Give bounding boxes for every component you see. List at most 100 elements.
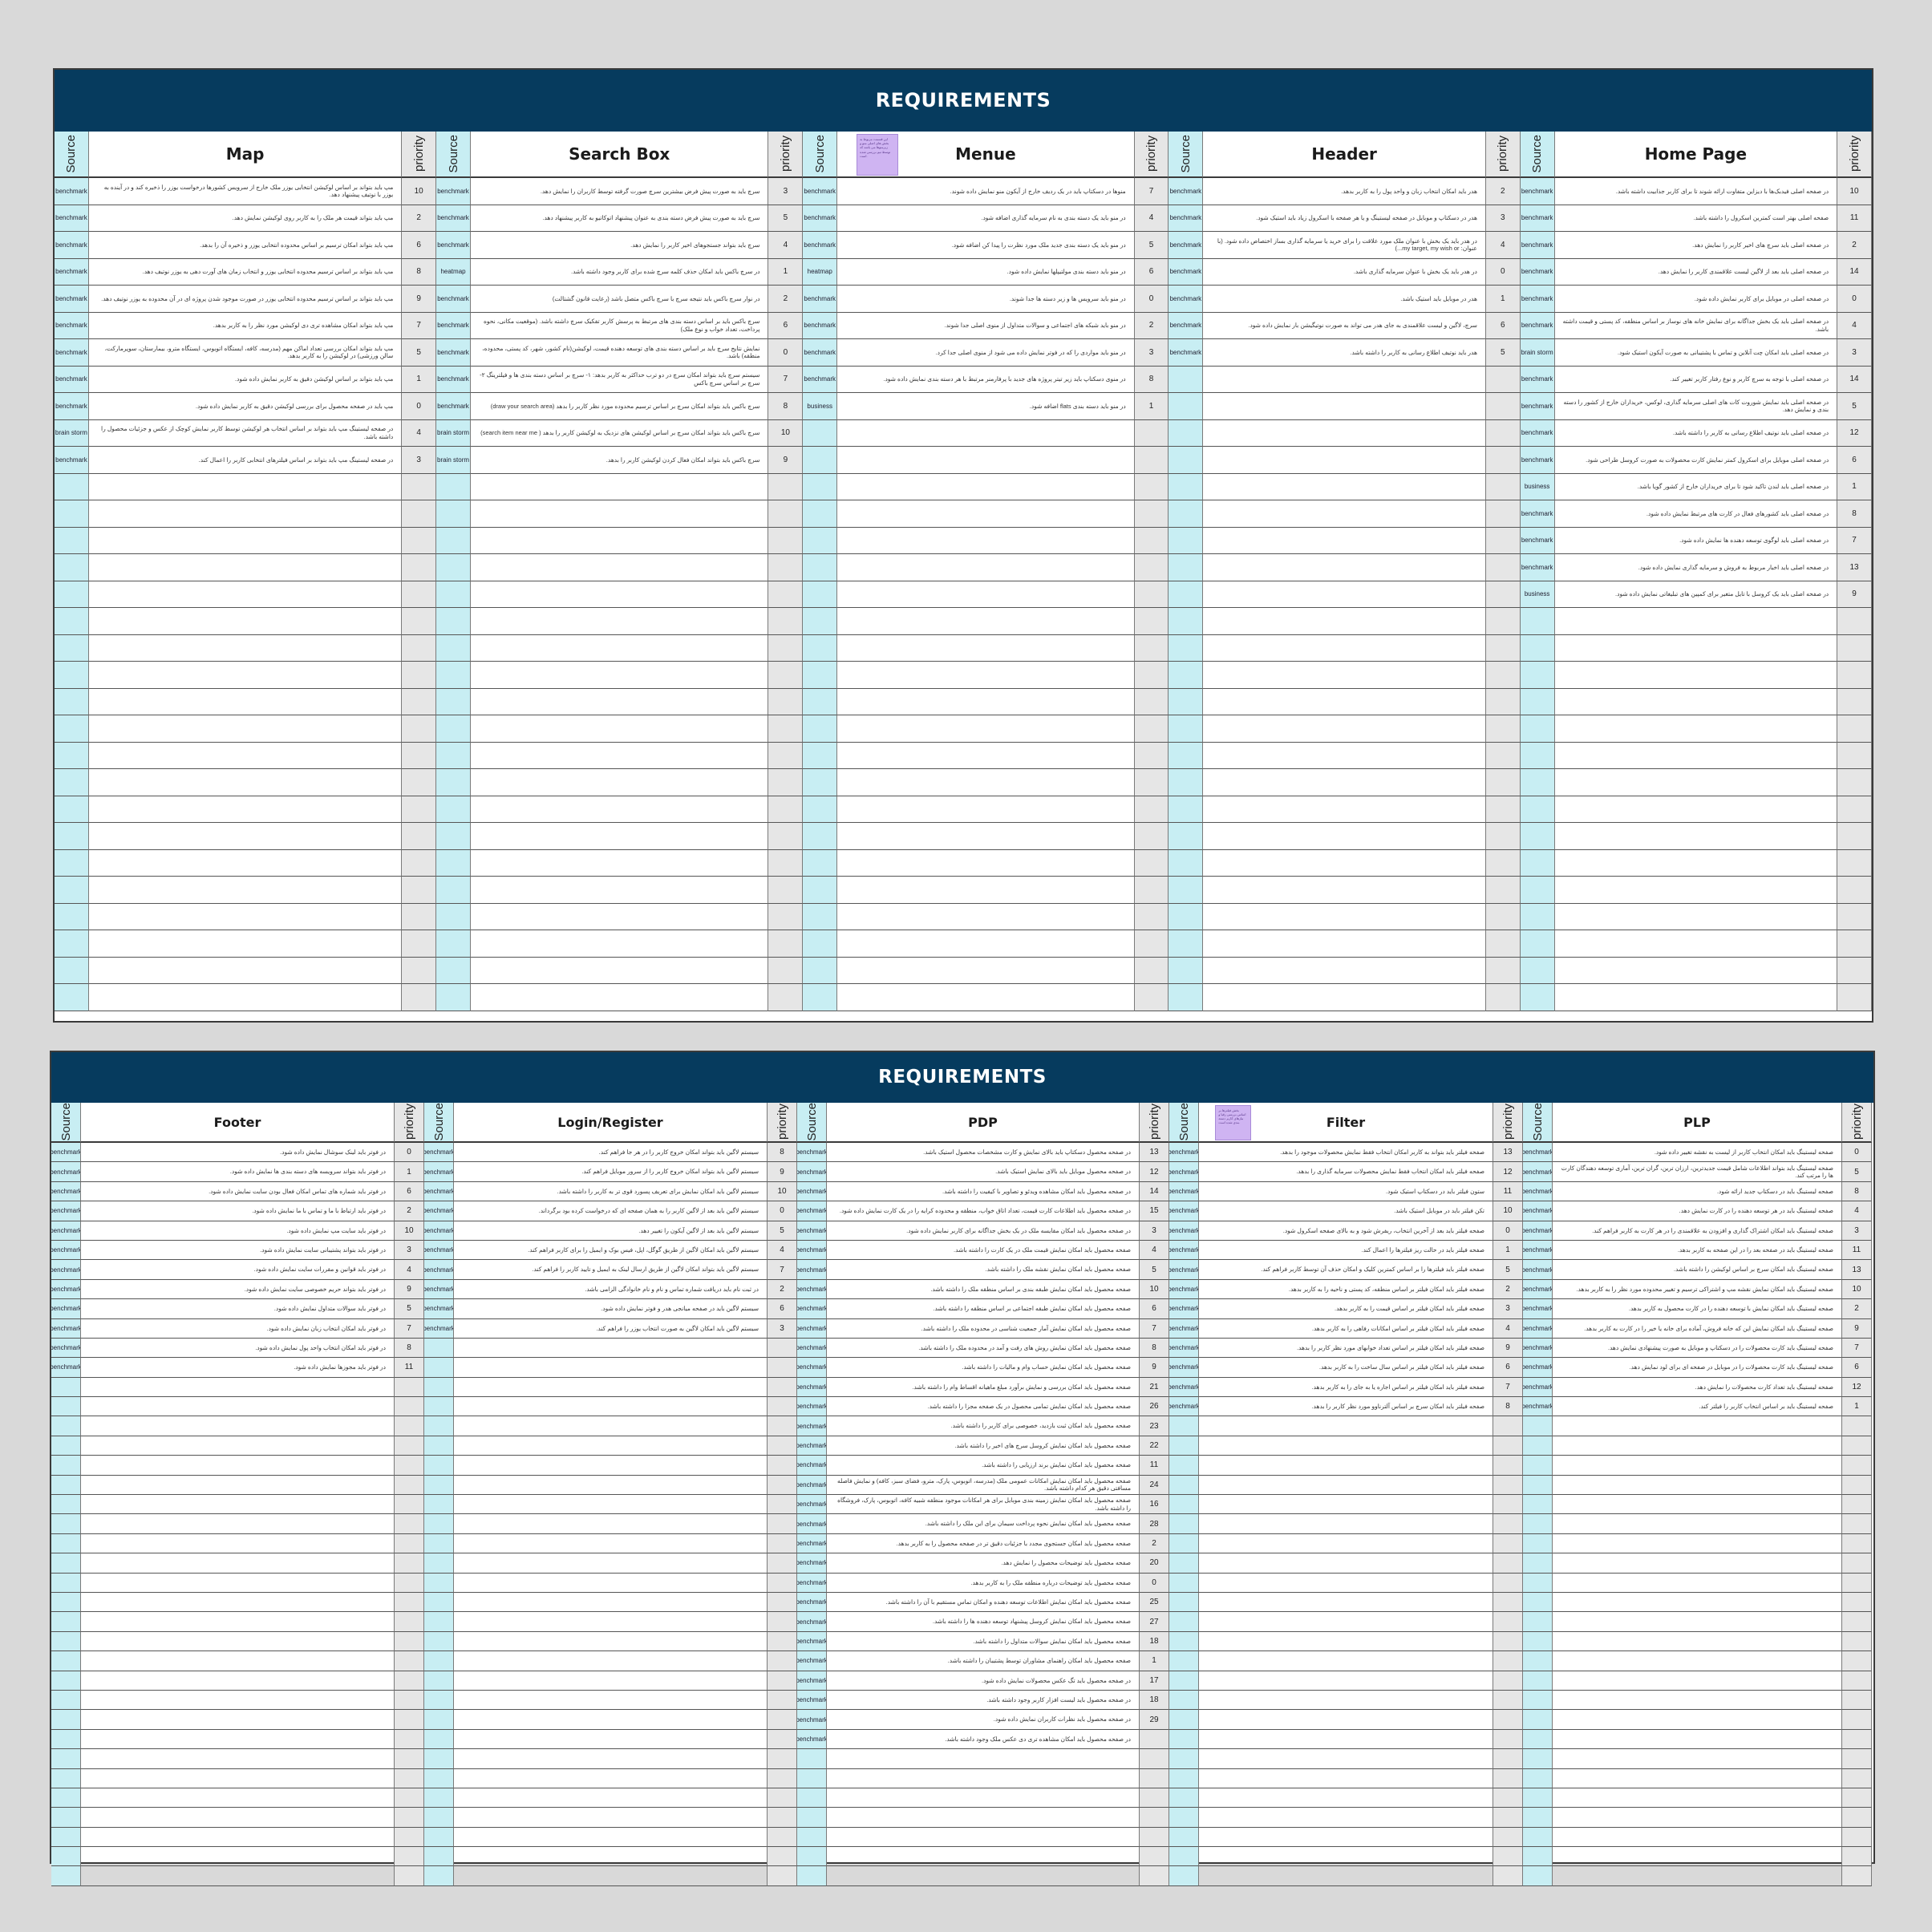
priority-cell[interactable] bbox=[768, 1495, 797, 1515]
requirement-cell[interactable] bbox=[837, 849, 1135, 877]
priority-cell[interactable] bbox=[1493, 1475, 1523, 1496]
requirement-cell[interactable] bbox=[454, 1671, 768, 1691]
priority-cell[interactable]: 4 bbox=[402, 419, 437, 447]
priority-cell[interactable] bbox=[1842, 1495, 1872, 1515]
source-cell[interactable] bbox=[803, 877, 838, 904]
requirement-cell[interactable]: صفحه محصول باید توضیحات محصول را نمایش د… bbox=[827, 1553, 1140, 1574]
requirement-cell[interactable]: در صفحه اصلی در موبایل برای کاربر نمایش … bbox=[1554, 286, 1838, 313]
priority-cell[interactable] bbox=[1134, 608, 1169, 635]
priority-cell[interactable]: 5 bbox=[768, 205, 804, 232]
priority-cell[interactable] bbox=[768, 1768, 797, 1788]
priority-cell[interactable] bbox=[1134, 849, 1169, 877]
priority-cell[interactable] bbox=[1485, 715, 1521, 743]
requirement-cell[interactable] bbox=[1203, 393, 1486, 420]
requirement-cell[interactable] bbox=[81, 1847, 395, 1867]
requirement-cell[interactable]: در هدر باید یک بخش با عنوان ملک مورد علا… bbox=[1203, 232, 1486, 259]
requirement-cell[interactable]: در صفحه اصلی باید کشورهای فعال در کارت ه… bbox=[1554, 500, 1838, 528]
requirement-cell[interactable]: در منو باید دسته بندی flats اضافه شود. bbox=[837, 393, 1135, 420]
priority-cell[interactable] bbox=[768, 1690, 797, 1711]
requirement-cell[interactable]: صفحه فیلتر باید امکان فیلتر بر اساس سال … bbox=[1199, 1358, 1493, 1378]
priority-cell[interactable] bbox=[768, 715, 804, 743]
requirement-cell[interactable]: صفحه لیستینگ باید امکان اشتراک گذاری و ا… bbox=[1553, 1221, 1842, 1241]
priority-cell[interactable]: 3 bbox=[1842, 1221, 1872, 1241]
requirement-cell[interactable]: صفحه محصول باید امکان نمایش حساب وام و م… bbox=[827, 1358, 1140, 1378]
source-cell[interactable] bbox=[1520, 688, 1555, 715]
priority-cell[interactable] bbox=[1493, 1710, 1523, 1730]
requirement-cell[interactable]: در منو باید شبکه های اجتماعی و سوالات مت… bbox=[837, 312, 1135, 339]
requirement-cell[interactable] bbox=[1553, 1612, 1842, 1632]
source-cell[interactable] bbox=[51, 1671, 81, 1691]
requirement-cell[interactable] bbox=[454, 1631, 768, 1652]
priority-cell[interactable] bbox=[1485, 393, 1521, 420]
requirement-cell[interactable] bbox=[837, 957, 1135, 984]
source-cell[interactable] bbox=[51, 1710, 81, 1730]
priority-cell[interactable]: 0 bbox=[402, 393, 437, 420]
priority-cell[interactable]: 7 bbox=[768, 1260, 797, 1280]
source-cell[interactable]: brain storm bbox=[436, 447, 471, 474]
requirement-cell[interactable] bbox=[81, 1397, 395, 1417]
priority-cell[interactable] bbox=[395, 1553, 424, 1574]
priority-cell[interactable]: 14 bbox=[1837, 366, 1872, 393]
source-cell[interactable]: benchmark bbox=[797, 1436, 827, 1456]
priority-cell[interactable] bbox=[768, 984, 804, 1011]
source-cell[interactable]: benchmark bbox=[797, 1299, 827, 1319]
requirement-cell[interactable]: مپ باید بتواند بر اساس ترسیم محدوده انتخ… bbox=[88, 286, 403, 313]
source-cell[interactable]: benchmark bbox=[803, 312, 838, 339]
priority-cell[interactable] bbox=[768, 1671, 797, 1691]
source-cell[interactable]: benchmark bbox=[1523, 1358, 1553, 1378]
source-cell[interactable]: benchmark bbox=[55, 312, 89, 339]
source-cell[interactable] bbox=[1520, 715, 1555, 743]
priority-cell[interactable]: 9 bbox=[1837, 581, 1872, 608]
requirement-cell[interactable] bbox=[88, 769, 403, 796]
requirement-cell[interactable] bbox=[470, 877, 769, 904]
requirement-cell[interactable] bbox=[837, 688, 1135, 715]
source-cell[interactable] bbox=[1169, 554, 1204, 581]
source-cell[interactable]: benchmark bbox=[797, 1631, 827, 1652]
source-cell[interactable] bbox=[1169, 393, 1204, 420]
requirement-cell[interactable] bbox=[1203, 527, 1486, 554]
requirement-cell[interactable] bbox=[470, 984, 769, 1011]
requirement-cell[interactable] bbox=[81, 1514, 395, 1534]
source-cell[interactable]: benchmark bbox=[797, 1201, 827, 1221]
priority-cell[interactable] bbox=[402, 823, 437, 850]
priority-cell[interactable]: 2 bbox=[1837, 232, 1872, 259]
requirement-cell[interactable] bbox=[454, 1436, 768, 1456]
requirement-cell[interactable] bbox=[1554, 957, 1838, 984]
source-cell[interactable]: benchmark bbox=[1169, 1279, 1199, 1300]
source-cell[interactable] bbox=[51, 1416, 81, 1436]
requirement-cell[interactable]: در صفحه اصلی باید امکان چت آنلاین و تماس… bbox=[1554, 339, 1838, 367]
priority-cell[interactable] bbox=[395, 1436, 424, 1456]
priority-cell[interactable] bbox=[768, 688, 804, 715]
requirement-cell[interactable]: در منوی دسکتاپ باید زیر تیتر پروژه های ج… bbox=[837, 366, 1135, 393]
requirement-cell[interactable]: در منو باید یک دسته بندی به نام سرمایه گ… bbox=[837, 205, 1135, 232]
source-cell[interactable] bbox=[797, 1847, 827, 1867]
priority-cell[interactable]: 2 bbox=[1134, 312, 1169, 339]
requirement-cell[interactable] bbox=[81, 1533, 395, 1554]
requirement-cell[interactable] bbox=[1553, 1808, 1842, 1828]
requirement-cell[interactable]: سرچ باکس باید بر اساس دسته بندی های مرتب… bbox=[470, 312, 769, 339]
source-cell[interactable] bbox=[1169, 688, 1204, 715]
source-cell[interactable]: benchmark bbox=[797, 1221, 827, 1241]
priority-cell[interactable] bbox=[768, 1651, 797, 1671]
requirement-cell[interactable] bbox=[1199, 1866, 1493, 1886]
source-cell[interactable]: benchmark bbox=[51, 1260, 81, 1280]
source-cell[interactable]: benchmark bbox=[803, 286, 838, 313]
source-cell[interactable] bbox=[51, 1573, 81, 1593]
source-cell[interactable]: benchmark bbox=[424, 1162, 454, 1182]
priority-cell[interactable]: 12 bbox=[1837, 419, 1872, 447]
priority-cell[interactable] bbox=[1842, 1553, 1872, 1574]
source-cell[interactable]: benchmark bbox=[424, 1318, 454, 1339]
requirement-cell[interactable] bbox=[81, 1631, 395, 1652]
priority-cell[interactable]: 4 bbox=[768, 1240, 797, 1261]
source-cell[interactable]: benchmark bbox=[797, 1710, 827, 1730]
priority-cell[interactable] bbox=[1134, 715, 1169, 743]
source-cell[interactable] bbox=[1520, 984, 1555, 1011]
priority-cell[interactable] bbox=[1493, 1553, 1523, 1574]
priority-cell[interactable] bbox=[768, 903, 804, 930]
requirement-cell[interactable]: در صفحه اصلی باید نوتیف اطلاع رسانی به ک… bbox=[1554, 419, 1838, 447]
requirement-cell[interactable] bbox=[454, 1377, 768, 1398]
requirement-cell[interactable] bbox=[1199, 1749, 1493, 1769]
source-cell[interactable] bbox=[424, 1416, 454, 1436]
priority-cell[interactable]: 4 bbox=[395, 1260, 424, 1280]
source-cell[interactable] bbox=[436, 581, 471, 608]
